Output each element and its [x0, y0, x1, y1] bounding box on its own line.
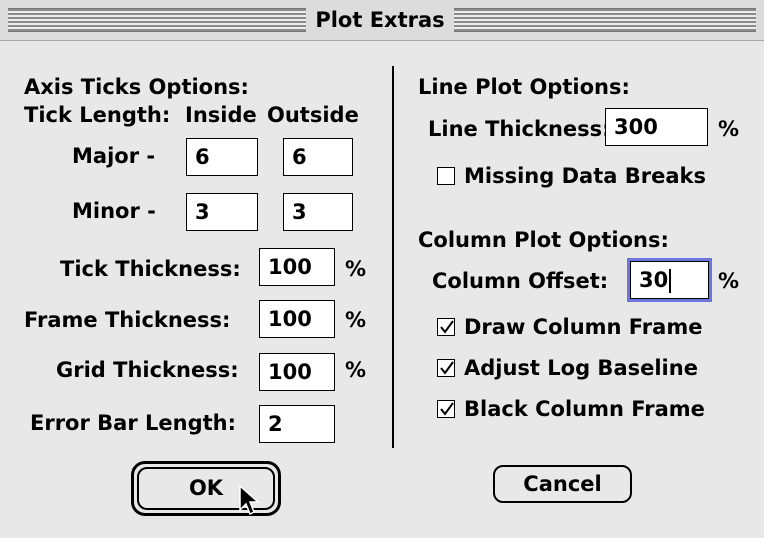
line-plot-heading: Line Plot Options: — [418, 75, 630, 99]
checkmark-icon — [440, 320, 454, 334]
line-thickness-field[interactable]: 300 — [605, 108, 708, 146]
frame-thickness-label: Frame Thickness: — [24, 308, 231, 332]
column-divider — [392, 66, 394, 448]
cancel-button[interactable]: Cancel — [493, 465, 632, 503]
line-thickness-percent: % — [718, 117, 740, 141]
adjust-log-baseline-label[interactable]: Adjust Log Baseline — [464, 355, 698, 381]
draw-column-frame-label[interactable]: Draw Column Frame — [464, 314, 702, 340]
error-bar-field[interactable]: 2 — [259, 405, 335, 443]
grid-thickness-percent: % — [345, 358, 367, 382]
black-column-frame-checkbox[interactable] — [437, 400, 455, 418]
minor-inside-field[interactable]: 3 — [186, 193, 258, 231]
major-outside-field[interactable]: 6 — [283, 138, 353, 176]
major-label: Major - — [72, 144, 156, 168]
frame-thickness-field[interactable]: 100 — [259, 300, 335, 338]
grid-thickness-field[interactable]: 100 — [259, 353, 335, 391]
grid-thickness-label: Grid Thickness: — [56, 358, 239, 382]
axis-ticks-heading: Axis Ticks Options: — [24, 75, 249, 99]
checkmark-icon — [440, 361, 454, 375]
title-bar[interactable]: Plot Extras — [0, 0, 764, 41]
column-plot-heading: Column Plot Options: — [418, 228, 669, 252]
tick-thickness-field[interactable]: 100 — [259, 248, 335, 286]
column-offset-value: 30 — [639, 268, 669, 292]
column-offset-label: Column Offset: — [432, 269, 609, 293]
line-thickness-label: Line Thickness: — [428, 117, 611, 141]
outside-header: Outside — [267, 103, 359, 127]
tick-thickness-percent: % — [345, 257, 367, 281]
minor-outside-field[interactable]: 3 — [283, 193, 353, 231]
text-caret — [669, 269, 672, 293]
missing-data-breaks-checkbox[interactable] — [437, 167, 455, 185]
error-bar-label: Error Bar Length: — [30, 411, 236, 435]
window-title: Plot Extras — [306, 6, 454, 34]
draw-column-frame-checkbox[interactable] — [437, 318, 455, 336]
missing-data-breaks-label[interactable]: Missing Data Breaks — [464, 163, 706, 189]
inside-header: Inside — [185, 103, 257, 127]
major-inside-field[interactable]: 6 — [186, 138, 258, 176]
checkmark-icon — [440, 402, 454, 416]
adjust-log-baseline-checkbox[interactable] — [437, 359, 455, 377]
tick-length-label: Tick Length: — [24, 103, 171, 127]
minor-label: Minor - — [72, 199, 156, 223]
column-offset-percent: % — [718, 269, 740, 293]
mouse-pointer-icon — [239, 484, 260, 516]
black-column-frame-label[interactable]: Black Column Frame — [464, 396, 705, 422]
frame-thickness-percent: % — [345, 308, 367, 332]
column-offset-field[interactable]: 30 — [627, 258, 712, 302]
tick-thickness-label: Tick Thickness: — [60, 257, 241, 281]
